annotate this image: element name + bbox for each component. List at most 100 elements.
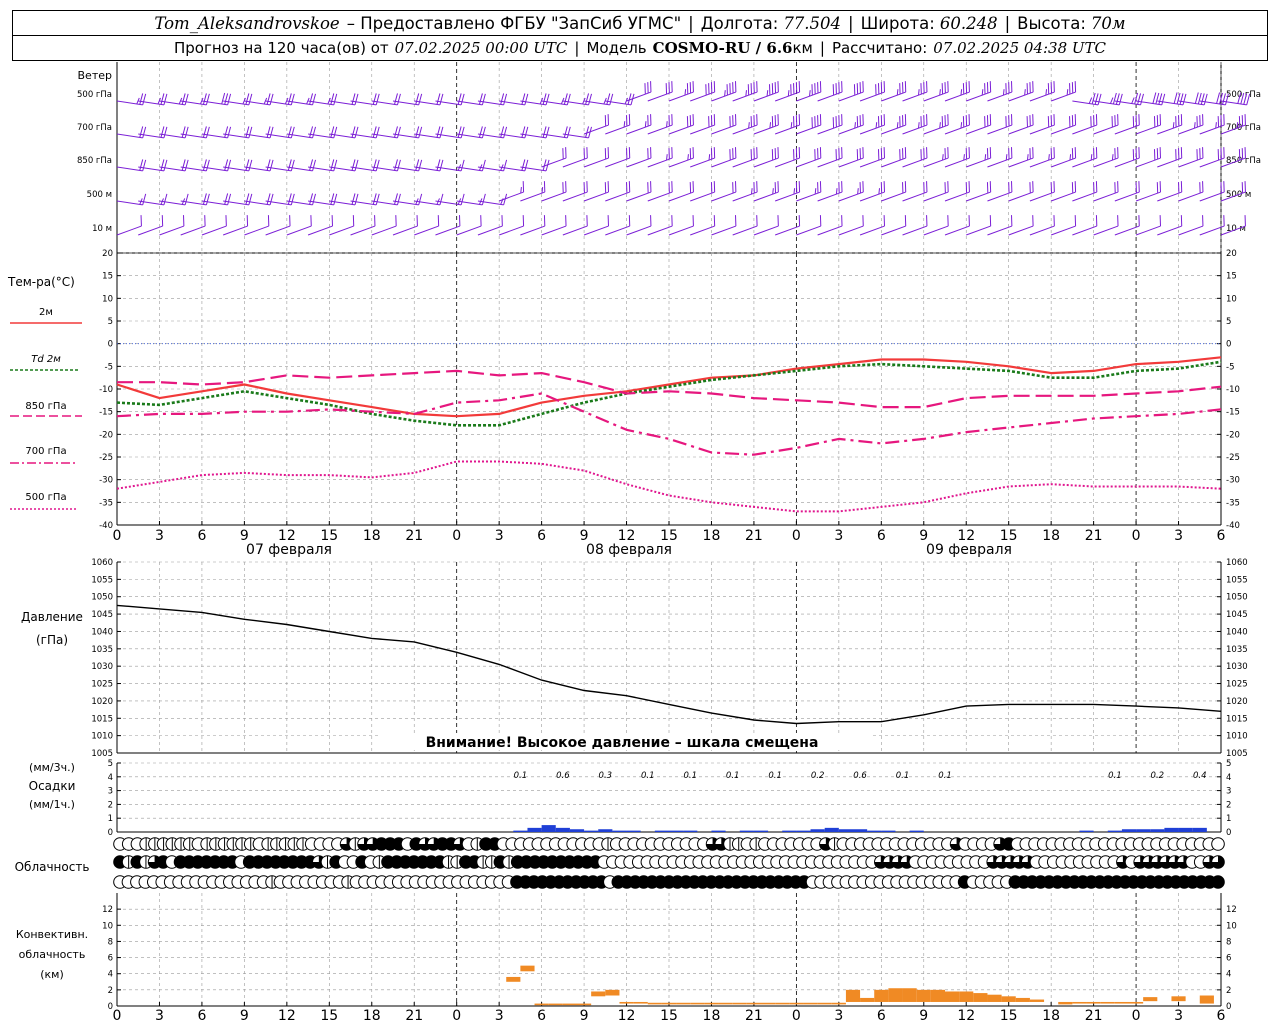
wind-barb-feather	[521, 93, 526, 105]
wind-barb-feather	[139, 93, 144, 105]
temp-ytick-label-right: 0	[1226, 340, 1231, 350]
conv-bar	[661, 1002, 677, 1005]
wind-barb-shaft	[1029, 157, 1055, 168]
wind-barb-shaft	[774, 191, 800, 202]
conv-bar	[1001, 996, 1016, 1002]
pressure-unit: (гПа)	[36, 633, 68, 647]
wind-barb-feather	[333, 159, 338, 172]
wind-barb-shaft	[859, 191, 885, 202]
wind-barb-shaft	[647, 225, 673, 236]
precip-bar	[527, 827, 542, 832]
wind-barb-feather	[481, 159, 486, 172]
wind-barb-feather	[375, 193, 380, 206]
wind-barb-shaft	[1029, 225, 1055, 236]
wind-barb-feather	[439, 126, 444, 139]
wind-barb-shaft	[732, 124, 758, 135]
wind-barb-feather	[205, 193, 210, 206]
wind-barb-shaft	[605, 124, 630, 135]
precip-unit-3h: (мм/3ч.)	[29, 761, 75, 774]
wind-barb-shaft	[966, 91, 991, 102]
wind-barb-feather	[1194, 122, 1196, 129]
temp-ytick-label-right: -20	[1226, 430, 1240, 440]
convective-bars	[506, 965, 1214, 1006]
wind-barb-feather	[418, 126, 423, 139]
wind-barb-shaft	[1157, 124, 1182, 135]
wind-barb-feather	[227, 126, 232, 139]
conv-bar	[506, 976, 521, 982]
cloud-symbol	[1211, 837, 1225, 851]
precip-3h-value: 0.1	[683, 771, 697, 781]
wind-barb-feather	[1200, 93, 1205, 105]
wind-barb-shaft	[1008, 225, 1034, 236]
wind-barb-feather	[227, 193, 232, 206]
pressure-ytick-label-left: 1035	[91, 645, 113, 655]
wind-barb-shaft	[966, 124, 991, 135]
wind-barb-shaft	[626, 191, 652, 202]
precip-bar	[1164, 827, 1179, 832]
conv-x-tick-label: 0	[452, 1008, 461, 1024]
wind-barb-feather	[269, 126, 274, 139]
wind-barb-feather	[142, 126, 147, 139]
wind-barb-feather	[205, 93, 210, 106]
wind-barb-feather	[790, 122, 793, 129]
wind-barb-shaft	[987, 124, 1013, 135]
wind-barb-feather	[1111, 154, 1114, 161]
wind-barb-feather	[960, 89, 963, 96]
wind-barb-shaft	[414, 225, 439, 236]
conv-x-tick-label: 3	[495, 1008, 504, 1024]
wind-barb-feather	[687, 154, 689, 161]
wind-barb-feather	[563, 126, 568, 138]
wind-barb-shaft	[201, 225, 227, 236]
wind-barb-feather	[566, 126, 571, 139]
wind-barb-shaft	[1050, 225, 1076, 236]
wind-level-label: 500 м	[87, 190, 112, 200]
conv-bar	[888, 988, 903, 1002]
conv-bar	[647, 1002, 662, 1005]
wind-barb-feather	[227, 93, 232, 106]
precip-bar	[1192, 827, 1207, 832]
precip-bar	[1121, 829, 1137, 832]
temp-ytick-label-left: -40	[99, 521, 113, 531]
conv-bar	[1129, 1001, 1144, 1004]
wind-barb-feather	[224, 159, 229, 171]
temp-ytick-label-right: 10	[1226, 294, 1237, 304]
wind-title: Ветер	[78, 69, 112, 82]
conv-x-tick-label: 12	[618, 1008, 636, 1024]
wind-barb-shaft	[902, 225, 928, 236]
precipitation-3h-labels: 0.1 0.6 0.3 0.1 0.1 0.1 0.1 0.2 0.6 0.1 0.1 0.1 0.2 0…	[514, 771, 1207, 781]
wind-barb-feather	[245, 93, 250, 105]
wind-barb-shaft	[796, 225, 821, 236]
wind-barb-shaft	[647, 91, 673, 102]
wind-barb-shaft	[944, 124, 970, 135]
wind-barb-feather	[290, 93, 295, 106]
wind-barb-shaft	[1093, 157, 1119, 168]
temp-x-tick-label: 18	[703, 528, 721, 544]
conv-bar	[605, 989, 620, 996]
wind-barb-feather	[160, 126, 165, 138]
conv-ytick-label-right: 4	[1226, 970, 1231, 980]
wind-barb-feather	[439, 193, 444, 206]
precip-ytick-label-right: 4	[1226, 773, 1231, 783]
wind-barb-shaft	[562, 157, 588, 168]
wind-barb-shaft	[774, 124, 800, 135]
conv-ytick-label-left: 10	[102, 921, 113, 931]
wind-barb-shaft	[817, 91, 843, 102]
wind-barb-feather	[521, 159, 526, 171]
precip-bar	[824, 827, 839, 832]
wind-barb-feather	[394, 93, 398, 105]
conv-x-tick-label: 0	[792, 1008, 801, 1024]
conv-x-tick-label: 0	[1132, 1008, 1141, 1024]
conv-x-tick-label: 3	[1174, 1008, 1183, 1024]
pressure-ytick-label-right: 1055	[1226, 575, 1248, 585]
conv-bar	[973, 993, 988, 1002]
temp-ytick-label-right: -35	[1226, 498, 1240, 508]
wind-barb-feather	[160, 159, 165, 171]
pressure-ytick-label-right: 1025	[1226, 680, 1248, 690]
pressure-ytick-label-right: 1035	[1226, 645, 1248, 655]
temperature-legend: 2м Td 2м 850 гПа 700 гПа 500 гПа	[10, 307, 82, 510]
wind-barb-shaft	[265, 225, 291, 236]
wind-barb-feather	[545, 93, 550, 106]
wind-barb-feather	[163, 126, 168, 139]
wind-barb-feather	[181, 93, 186, 105]
precip-bar	[513, 830, 528, 832]
